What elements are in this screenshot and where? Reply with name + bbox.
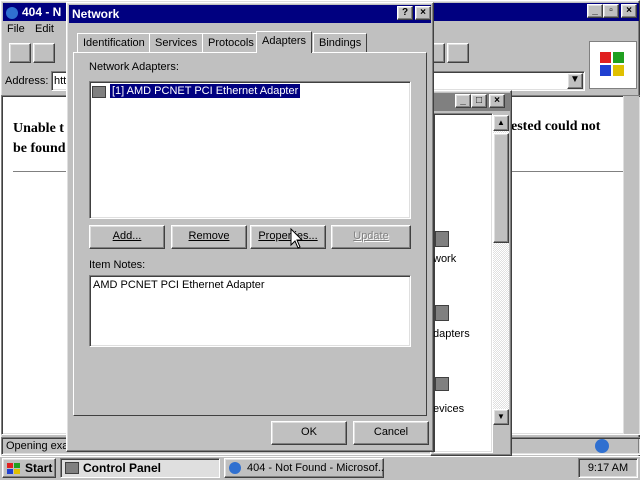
toolbar-button[interactable] [33,43,55,63]
dialog-titlebar[interactable]: Network [69,5,431,23]
close-button[interactable]: × [621,4,637,18]
ie-icon [229,462,241,474]
tab-identification[interactable]: Identification [77,33,151,53]
tab-services[interactable]: Services [149,33,204,53]
dialog-title: Network [72,7,120,21]
update-button: Update [331,225,411,249]
windows-logo [589,41,637,89]
scroll-down-button[interactable]: ▼ [493,409,509,425]
network-icon [435,231,449,247]
properties-button[interactable]: Properties... [250,225,326,249]
adapter-icon [92,86,106,98]
notes-label: Item Notes: [89,259,146,271]
notes-text: AMD PCNET PCI Ethernet Adapter [93,279,265,291]
adapter-item-label: [1] AMD PCNET PCI Ethernet Adapter [108,83,302,99]
system-tray: 9:17 AM [578,458,638,478]
cp-close-button[interactable]: × [489,94,505,108]
tab-protocols[interactable]: Protocols [202,33,260,53]
browser-title: 404 - N [22,5,62,19]
cp-vscrollbar[interactable]: ▲ ▼ [493,115,509,425]
task-browser[interactable]: 404 - Not Found - Microsof... [224,458,384,478]
start-button[interactable]: Start [2,458,56,478]
tab-adapters[interactable]: Adapters [256,31,313,53]
toolbar-button[interactable] [9,43,31,63]
remove-button[interactable]: Remove [171,225,247,249]
cp-item-devices[interactable]: evices [433,403,464,415]
maximize-button[interactable]: ▫ [603,4,619,18]
ok-button[interactable]: OK [271,421,347,445]
add-button[interactable]: Add... [89,225,165,249]
scroll-up-button[interactable]: ▲ [493,115,509,131]
tab-bindings[interactable]: Bindings [313,33,368,53]
adapters-list[interactable]: [1] AMD PCNET PCI Ethernet Adapter [89,81,411,219]
minimize-button[interactable]: _ [587,4,603,18]
task-control-panel[interactable]: Control Panel [60,458,220,478]
dialog-close-button[interactable]: × [415,6,431,20]
cp-maximize-button[interactable]: □ [471,94,487,108]
help-button[interactable]: ? [397,6,413,20]
mouse-cursor [290,228,304,249]
cp-item-adapters[interactable]: dapters [433,328,470,340]
scroll-thumb[interactable] [493,133,509,243]
error-text-left: Unable t be found [13,121,66,156]
clock: 9:17 AM [587,462,629,474]
devices-icon [435,377,449,391]
address-label: Address: [5,75,49,87]
windows-flag-icon [7,462,21,474]
network-dialog: Network ? × Identification Services Prot… [66,2,434,452]
address-dropdown-button[interactable]: ▼ [567,73,583,89]
cancel-button[interactable]: Cancel [353,421,429,445]
error-text-right: ested could not [511,119,601,134]
menu-file[interactable]: File [7,23,25,35]
notes-box: AMD PCNET PCI Ethernet Adapter [89,275,411,347]
adapters-label: Network Adapters: [89,61,179,73]
adapter-icon [435,305,449,321]
cp-item-network[interactable]: work [433,253,456,265]
menu-edit[interactable]: Edit [35,23,54,35]
ie-icon [6,6,18,19]
globe-icon [595,439,609,453]
control-panel-window: _ □ × work dapters evices ▲ ▼ [430,90,512,456]
cp-minimize-button[interactable]: _ [455,94,471,108]
toolbar-button[interactable] [447,43,469,63]
cp-content [433,113,493,453]
browser-vscrollbar[interactable] [623,96,639,434]
control-panel-icon [65,462,79,474]
